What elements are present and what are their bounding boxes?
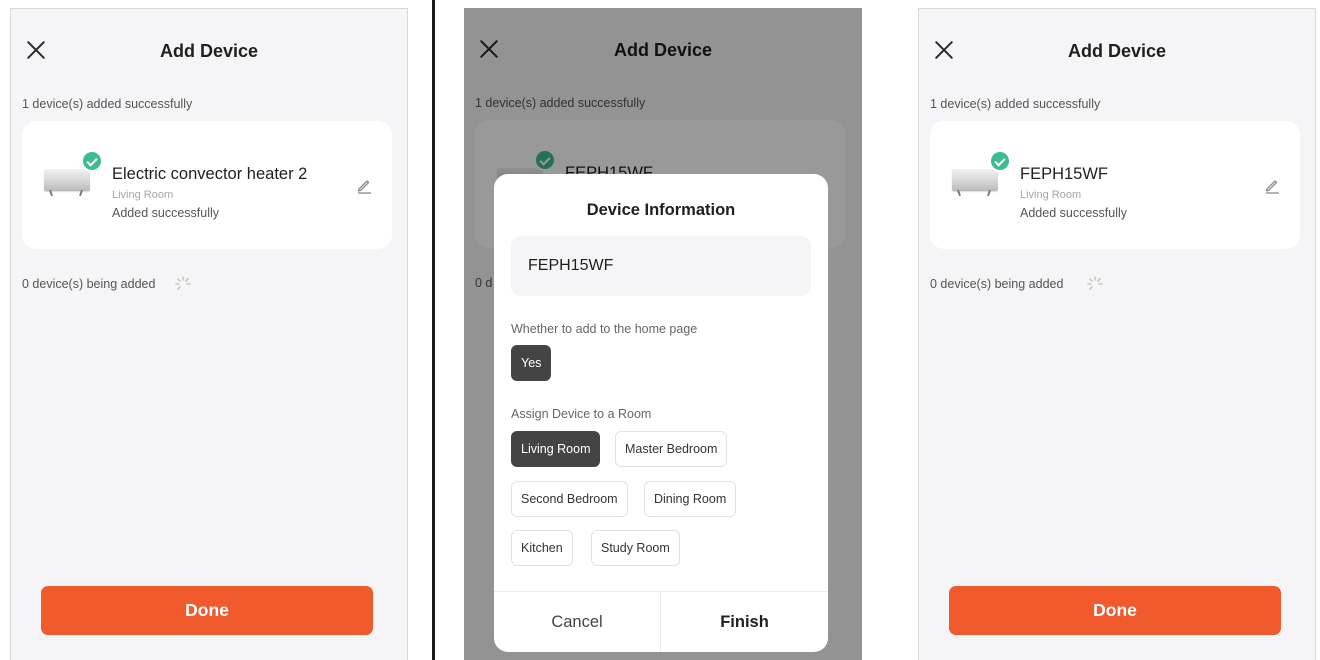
- edit-icon[interactable]: [355, 176, 373, 194]
- room-chip-kitchen[interactable]: Kitchen: [511, 530, 573, 566]
- heater-icon: [44, 169, 90, 197]
- room-chip-dining-room[interactable]: Dining Room: [644, 481, 737, 517]
- device-card: FEPH15WF Living Room Added successfully: [930, 121, 1300, 249]
- heater-icon: [952, 169, 998, 197]
- room-chip-study-room[interactable]: Study Room: [591, 530, 680, 566]
- screen-right: Add Device 1 device(s) added successfull…: [918, 8, 1316, 660]
- check-icon: [989, 150, 1011, 172]
- page-title: Add Device: [1067, 41, 1167, 61]
- cancel-button[interactable]: Cancel: [494, 592, 661, 652]
- dialog-title: Device Information: [586, 201, 736, 219]
- divider: [432, 0, 435, 660]
- spinner-icon: [1087, 276, 1103, 290]
- finish-button[interactable]: Finish: [661, 592, 828, 652]
- home-page-yes-chip[interactable]: Yes: [511, 345, 552, 381]
- adding-count-label: 0 device(s) being added: [930, 277, 1064, 291]
- device-status: Added successfully: [112, 206, 220, 220]
- device-name: Electric convector heater 2: [112, 165, 308, 183]
- adding-count-label: 0 device(s) being added: [22, 277, 156, 291]
- done-button[interactable]: Done: [41, 586, 373, 635]
- dialog-footer: Cancel Finish: [494, 591, 828, 652]
- device-room: Living Room: [112, 189, 174, 201]
- done-button[interactable]: Done: [949, 586, 1281, 635]
- room-label: Assign Device to a Room: [511, 407, 652, 421]
- added-count-label: 1 device(s) added successfully: [930, 97, 1101, 111]
- check-icon: [81, 150, 103, 172]
- page-title: Add Device: [159, 41, 259, 61]
- device-card: Electric convector heater 2 Living Room …: [22, 121, 392, 249]
- device-room: Living Room: [1020, 189, 1082, 201]
- device-name: FEPH15WF: [1020, 165, 1109, 183]
- device-info-dialog: Device Information FEPH15WF Whether to a…: [494, 174, 828, 652]
- screen-left: Add Device 1 device(s) added successfull…: [10, 8, 408, 660]
- device-status: Added successfully: [1020, 206, 1128, 220]
- edit-icon[interactable]: [1263, 176, 1281, 194]
- room-chip-living-room[interactable]: Living Room: [511, 431, 601, 467]
- screen-middle: Add Device 1 device(s) added successfull…: [464, 8, 862, 660]
- added-count-label: 1 device(s) added successfully: [22, 97, 193, 111]
- home-page-label: Whether to add to the home page: [511, 322, 698, 336]
- room-chip-second-bedroom[interactable]: Second Bedroom: [511, 481, 628, 517]
- room-chip-master-bedroom[interactable]: Master Bedroom: [615, 431, 728, 467]
- spinner-icon: [175, 276, 191, 290]
- device-name-field[interactable]: FEPH15WF: [511, 236, 811, 296]
